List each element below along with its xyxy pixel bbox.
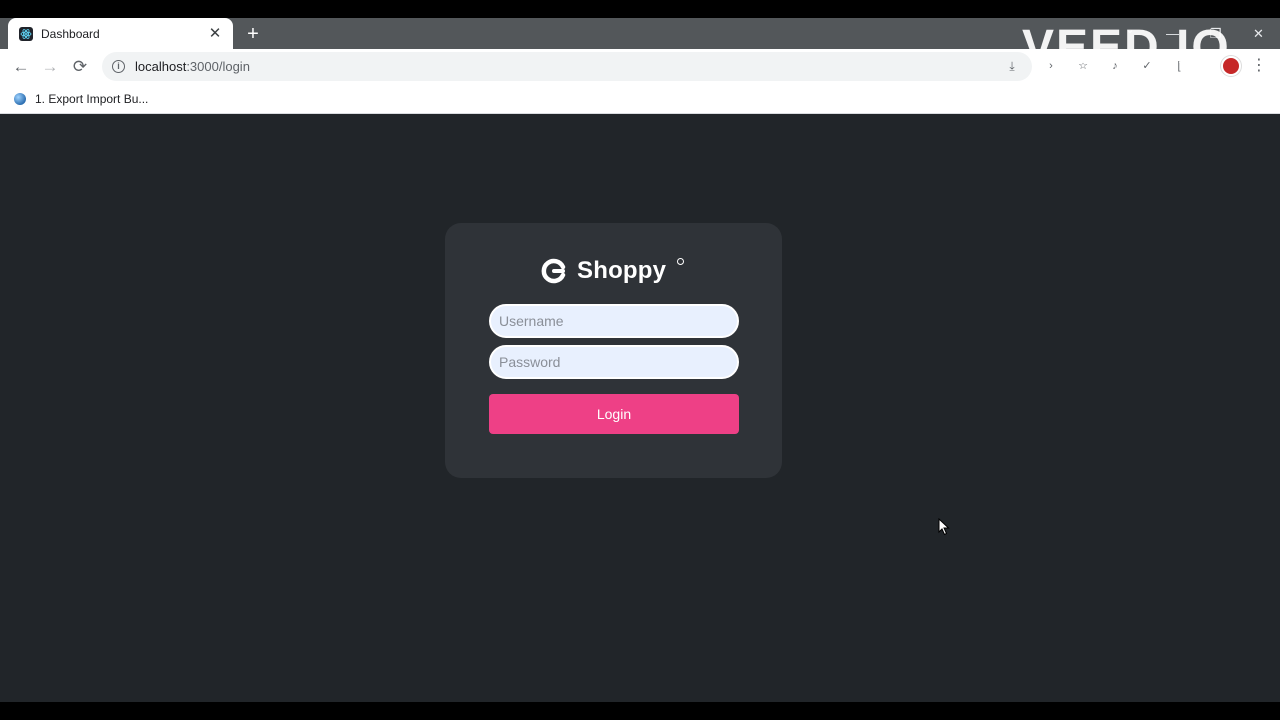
close-icon[interactable]: ✕ bbox=[1237, 20, 1280, 48]
brand: Shoppy bbox=[541, 255, 666, 287]
screen: Dashboard ✕ + ⌄ — ❐ ✕ ← → ⟳ i localhost:… bbox=[0, 0, 1280, 720]
kebab-menu-icon[interactable]: ⋮ bbox=[1250, 54, 1268, 78]
login-button[interactable]: Login bbox=[489, 394, 739, 434]
page-content: Shoppy Login bbox=[0, 114, 1280, 702]
brand-name: Shoppy bbox=[577, 257, 667, 284]
shoppy-logo-icon bbox=[541, 258, 566, 284]
window-controls: — ❐ ✕ bbox=[1151, 18, 1280, 49]
login-card: Shoppy Login bbox=[445, 223, 782, 478]
tab-close-icon[interactable]: ✕ bbox=[207, 25, 223, 42]
registered-mark-icon bbox=[677, 258, 684, 265]
browser-tab[interactable]: Dashboard ✕ bbox=[8, 18, 233, 49]
reload-icon[interactable]: ⟳ bbox=[67, 54, 93, 80]
react-icon bbox=[19, 26, 33, 41]
globe-icon bbox=[14, 92, 26, 105]
new-tab-button[interactable]: + bbox=[243, 24, 263, 44]
url-text: localhost:3000/login bbox=[135, 59, 250, 74]
address-bar[interactable]: i localhost:3000/login ⤓ bbox=[102, 52, 1032, 81]
mouse-cursor-icon bbox=[938, 518, 950, 536]
url-path: :3000/login bbox=[186, 59, 250, 74]
profile-avatar[interactable] bbox=[1221, 56, 1241, 76]
restore-icon[interactable]: ❐ bbox=[1194, 20, 1237, 48]
tab-title: Dashboard bbox=[41, 26, 100, 41]
forward-arrow-icon[interactable]: → bbox=[37, 54, 63, 80]
extension-icon[interactable]: ✓ bbox=[1136, 55, 1158, 77]
extension-icon[interactable]: ♪ bbox=[1104, 55, 1126, 77]
star-icon[interactable]: ☆ bbox=[1072, 55, 1094, 77]
extensions-area: › ☆ ♪ ✓ [ bbox=[1040, 54, 1200, 78]
username-input[interactable] bbox=[489, 304, 739, 338]
bookmark-item[interactable]: 1. Export Import Bu... bbox=[35, 92, 148, 106]
url-host: localhost bbox=[135, 59, 187, 74]
extension-icon[interactable]: › bbox=[1040, 55, 1062, 77]
extension-icon[interactable]: [ bbox=[1168, 55, 1190, 77]
tab-search-icon[interactable]: ⌄ bbox=[1122, 21, 1138, 39]
back-arrow-icon[interactable]: ← bbox=[8, 54, 34, 80]
browser-toolbar: ← → ⟳ i localhost:3000/login ⤓ › ☆ ♪ ✓ [… bbox=[0, 49, 1280, 84]
info-icon[interactable]: i bbox=[112, 60, 125, 73]
tab-strip: Dashboard ✕ + ⌄ — ❐ ✕ bbox=[0, 18, 1280, 49]
password-input[interactable] bbox=[489, 345, 739, 379]
install-app-icon[interactable]: ⤓ bbox=[1004, 58, 1020, 74]
letterbox-bar bbox=[0, 702, 1280, 720]
minimize-icon[interactable]: — bbox=[1151, 20, 1194, 48]
bookmarks-bar: 1. Export Import Bu... bbox=[0, 84, 1280, 114]
